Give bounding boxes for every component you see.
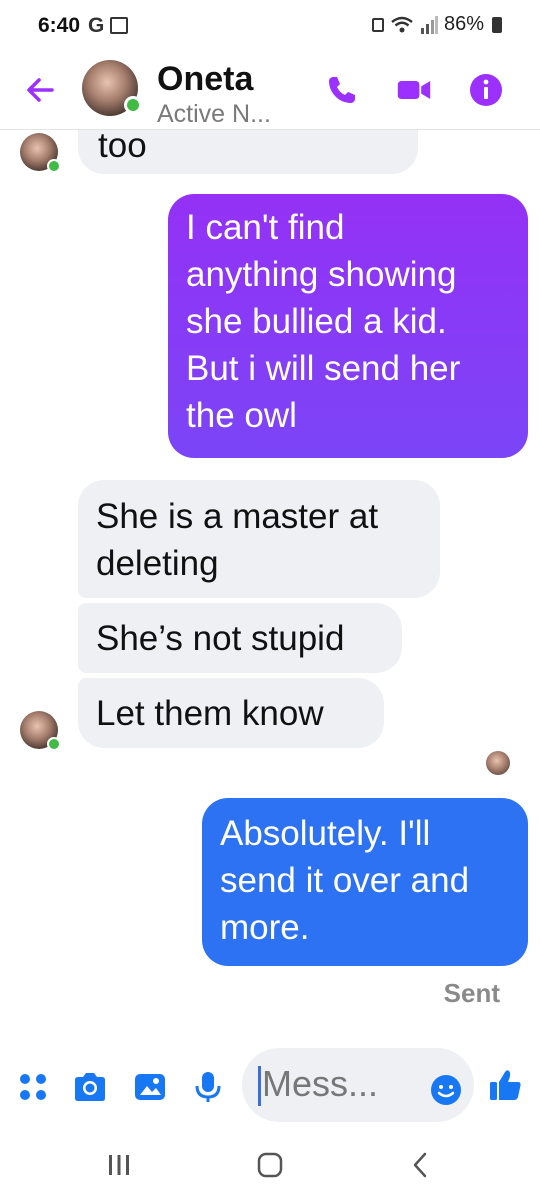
video-call-icon[interactable] bbox=[396, 72, 432, 108]
message-bubble-outgoing[interactable]: Absolutely. I'll send it over and more. bbox=[202, 798, 528, 966]
microphone-icon[interactable] bbox=[190, 1069, 226, 1105]
seen-avatar bbox=[486, 751, 510, 775]
contact-avatar-small[interactable] bbox=[20, 133, 61, 173]
thumbs-up-icon[interactable] bbox=[488, 1067, 524, 1103]
message-bubble-incoming[interactable]: Let them know bbox=[78, 678, 384, 748]
message-bubble-incoming[interactable]: She’s not stupid bbox=[78, 603, 402, 673]
system-nav-bar bbox=[0, 1130, 540, 1200]
home-icon[interactable] bbox=[254, 1149, 286, 1181]
recent-apps-icon[interactable] bbox=[104, 1150, 134, 1180]
contact-status: Active N... bbox=[157, 100, 271, 128]
menu-dots-icon[interactable] bbox=[16, 1069, 52, 1105]
chat-header: Oneta Active N... bbox=[0, 52, 540, 130]
message-input-placeholder: Mess... bbox=[262, 1063, 379, 1104]
back-arrow-icon[interactable] bbox=[20, 70, 60, 110]
composer-bar: Mess... bbox=[0, 1040, 540, 1130]
info-icon[interactable] bbox=[468, 72, 504, 108]
message-thread[interactable]: too I can't find anything showing she bu… bbox=[0, 0, 540, 1200]
message-bubble-incoming[interactable]: She is a master at deleting bbox=[78, 480, 440, 598]
sent-status: Sent bbox=[443, 978, 500, 1008]
contact-avatar-small[interactable] bbox=[20, 711, 61, 751]
camera-icon[interactable] bbox=[72, 1069, 108, 1105]
gallery-icon[interactable] bbox=[132, 1069, 168, 1105]
contact-name[interactable]: Oneta bbox=[157, 60, 253, 99]
back-nav-icon[interactable] bbox=[405, 1150, 435, 1180]
phone-call-icon[interactable] bbox=[324, 72, 360, 108]
online-indicator bbox=[124, 96, 142, 114]
online-indicator bbox=[47, 737, 61, 751]
text-cursor bbox=[258, 1066, 261, 1106]
message-bubble-outgoing[interactable]: I can't find anything showing she bullie… bbox=[168, 194, 528, 458]
contact-avatar[interactable] bbox=[82, 60, 142, 116]
emoji-icon[interactable] bbox=[428, 1072, 464, 1108]
online-indicator bbox=[47, 159, 61, 173]
